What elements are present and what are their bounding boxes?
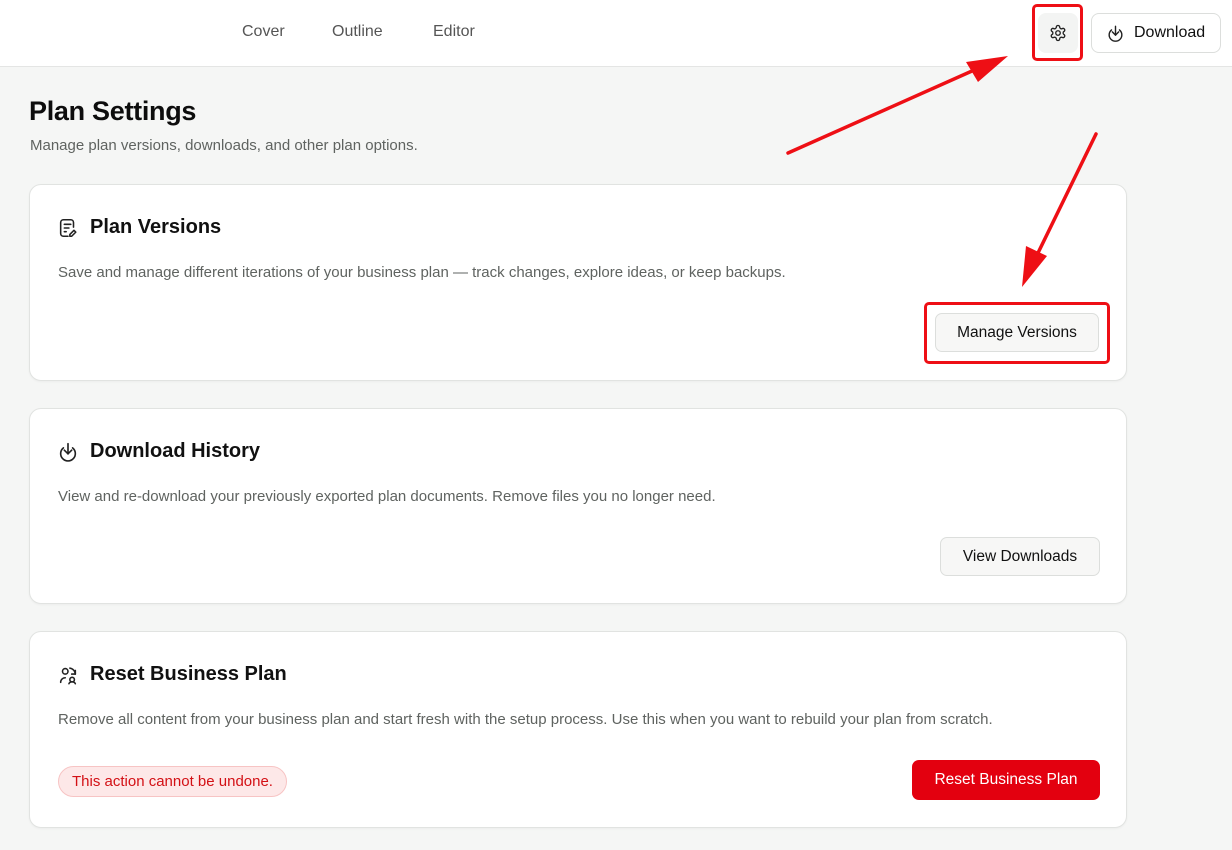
download-history-card: Download History View and re-download yo… [29, 408, 1127, 604]
download-button[interactable]: Download [1091, 13, 1221, 53]
reset-business-plan-card: Reset Business Plan Remove all content f… [29, 631, 1127, 828]
card-header: Reset Business Plan [57, 663, 287, 686]
reset-business-plan-button[interactable]: Reset Business Plan [912, 760, 1100, 800]
manage-versions-button[interactable]: Manage Versions [935, 313, 1099, 352]
card-title: Plan Versions [90, 216, 222, 238]
warning-badge: This action cannot be undone. [58, 766, 287, 797]
page-subtitle: Manage plan versions, downloads, and oth… [30, 137, 418, 154]
tab-outline[interactable]: Outline [332, 22, 383, 42]
settings-button[interactable] [1038, 13, 1078, 53]
download-icon [59, 442, 77, 462]
card-header: Plan Versions [57, 216, 221, 239]
card-description: View and re-download your previously exp… [58, 488, 716, 505]
card-description: Save and manage different iterations of … [58, 264, 786, 281]
tab-cover[interactable]: Cover [242, 22, 285, 42]
card-title: Download History [90, 440, 261, 462]
page-title: Plan Settings [29, 96, 197, 126]
card-title: Reset Business Plan [90, 663, 287, 685]
card-description: Remove all content from your business pl… [58, 711, 993, 728]
reset-user-icon [59, 666, 77, 684]
card-header: Download History [57, 440, 260, 463]
arrow-to-settings [786, 56, 1008, 155]
gear-icon [1050, 24, 1066, 42]
download-button-label: Download [1134, 24, 1206, 41]
plan-versions-card: Plan Versions Save and manage different … [29, 184, 1127, 381]
view-downloads-button[interactable]: View Downloads [940, 537, 1100, 576]
top-navigation-bar: Cover Outline Editor Download [0, 0, 1232, 67]
download-icon [1108, 25, 1123, 42]
tab-editor[interactable]: Editor [433, 22, 475, 42]
document-edit-icon [59, 218, 77, 237]
